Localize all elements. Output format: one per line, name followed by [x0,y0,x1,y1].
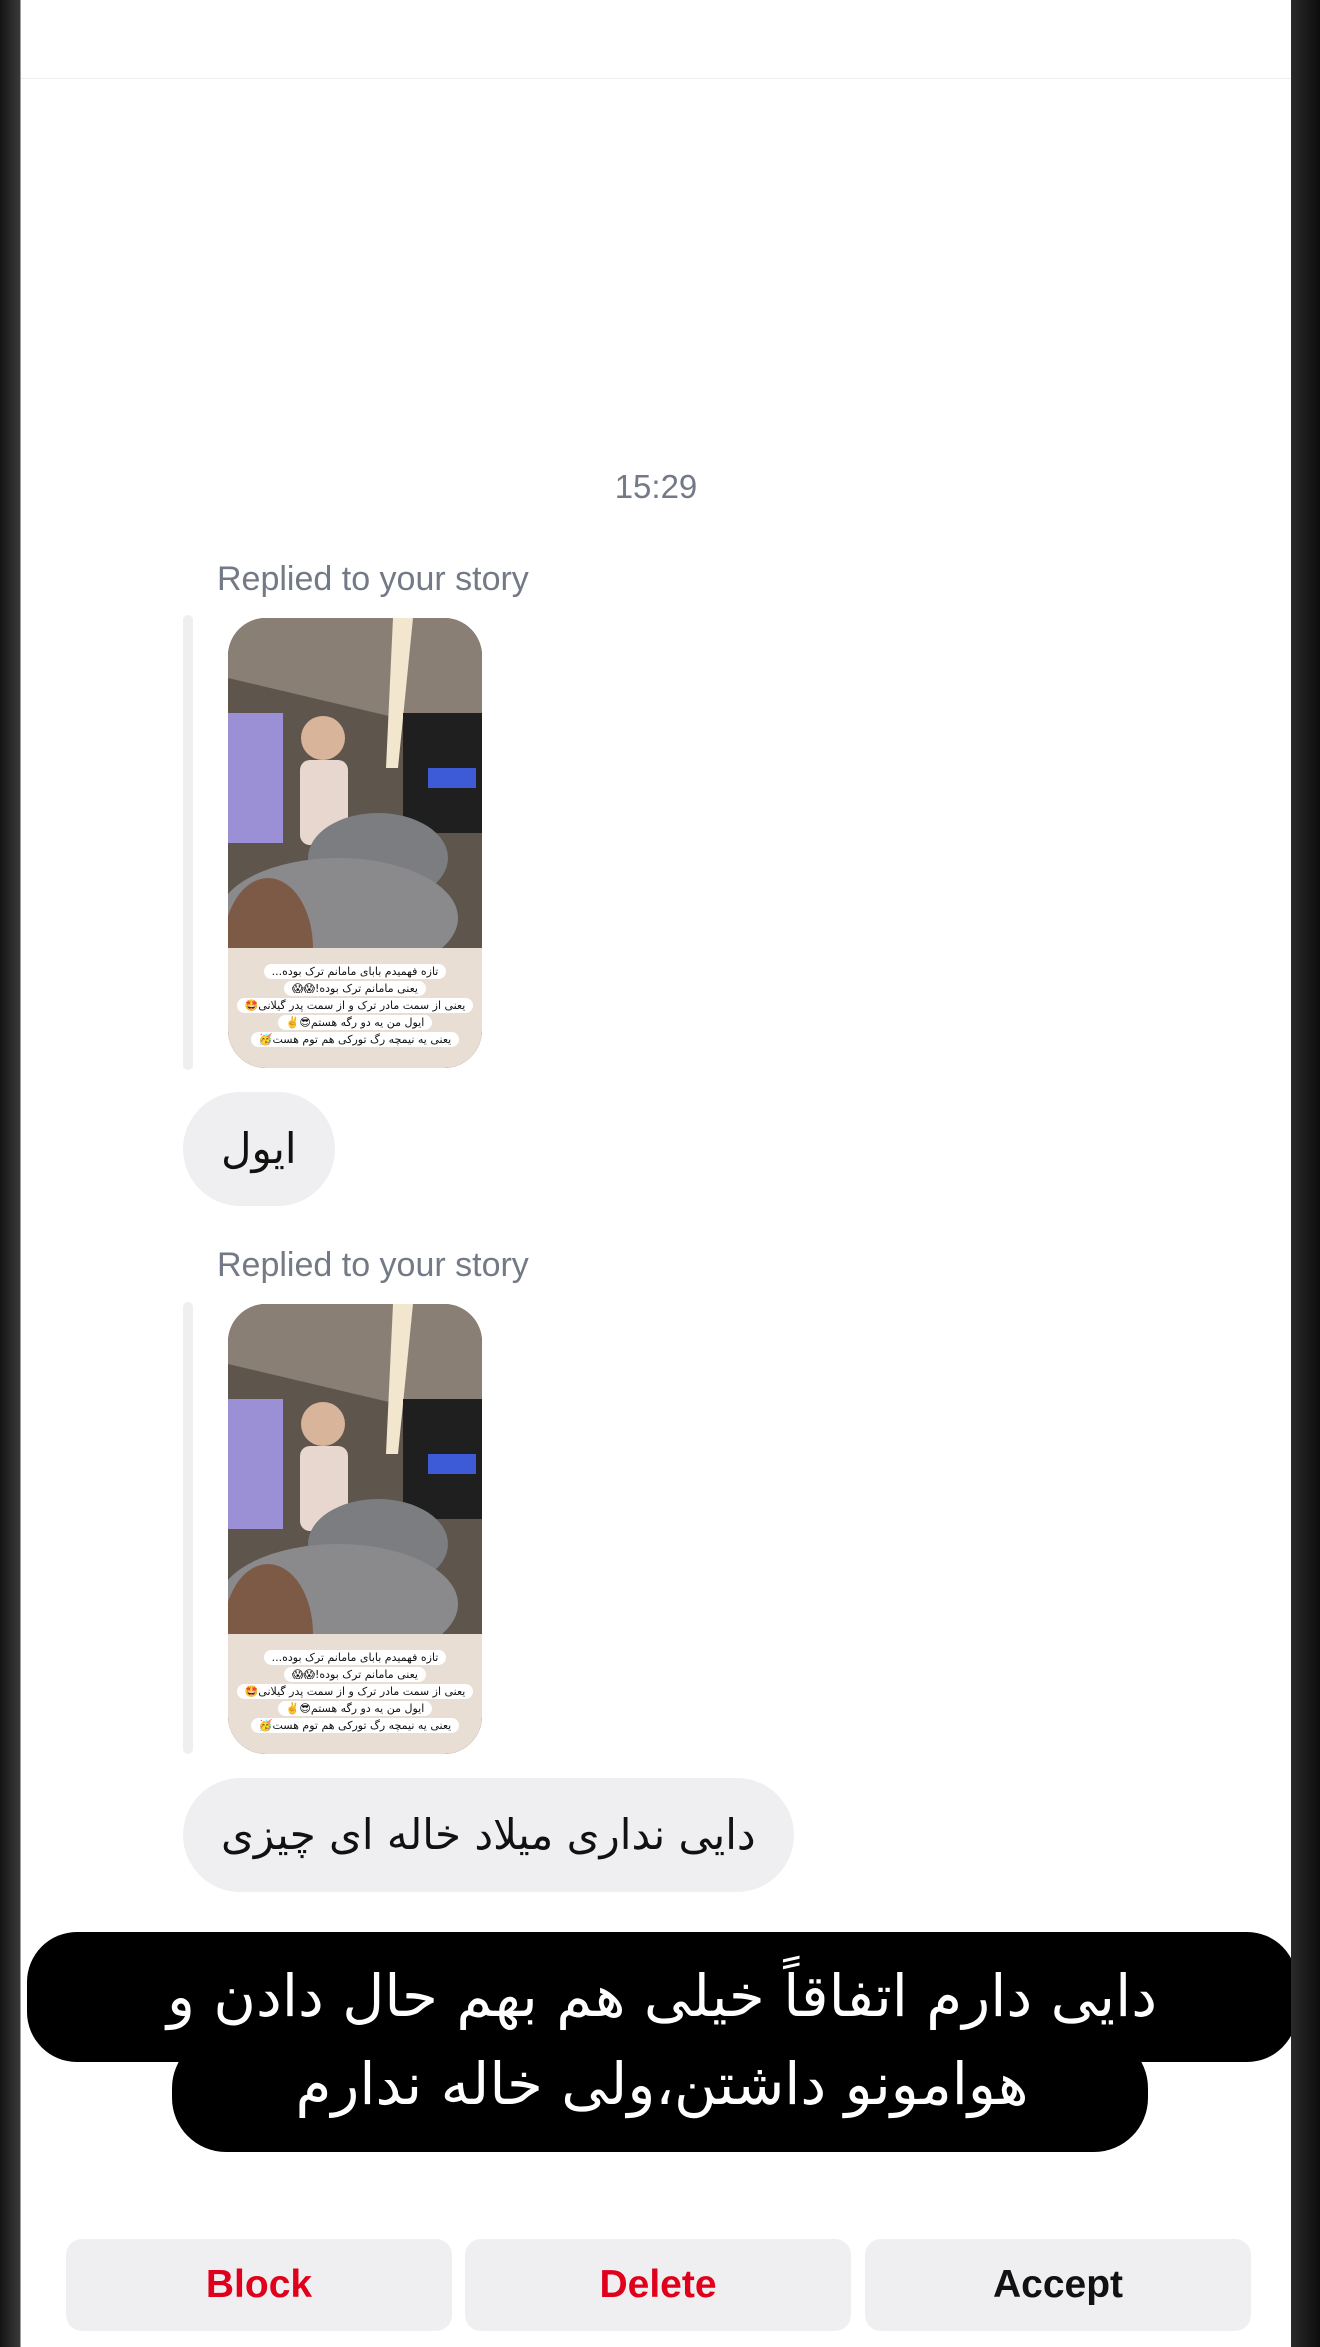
overlay-caption-line: هوامونو داشتن،ولی خاله ندارم [295,2050,1029,2118]
block-button[interactable]: Block [66,2239,452,2331]
story-caption: تازه فهمیدم بابای مامانم ترک بوده... یعن… [228,1649,482,1734]
overlay-caption-line: دایی دارم اتفاقاً خیلی هم بهم حال دادن و [166,1962,1158,2030]
message-request-screen: 15:29 Replied to your story تازه فهمیدم … [21,0,1291,2347]
story-caption-line: یعنی مامانم ترک بوده!😱😱 [284,981,426,996]
reply-indicator-bar [183,615,193,1070]
story-thumbnail[interactable]: تازه فهمیدم بابای مامانم ترک بوده... یعن… [228,1304,482,1754]
story-caption-line: یعنی یه نیمچه رگ تورکی هم توم هست🥳 [250,1032,460,1047]
story-caption-line: ایول من یه دو رگه هستم😎✌️ [277,1015,433,1030]
message-timestamp: 15:29 [614,468,698,505]
story-reply-label: Replied to your story [217,1246,529,1284]
story-caption-line: یعنی یه نیمچه رگ تورکی هم توم هست🥳 [250,1718,460,1733]
message-bubble[interactable]: دایی نداری میلاد خاله ای چیزی [183,1778,794,1892]
accept-button[interactable]: Accept [865,2239,1251,2331]
message-bubble[interactable]: ایول [183,1092,335,1206]
overlay-caption: دایی دارم اتفاقاً خیلی هم بهم حال دادن و… [27,1952,1291,2128]
story-caption-line: ایول من یه دو رگه هستم😎✌️ [277,1701,433,1716]
story-reply-label: Replied to your story [217,560,529,598]
story-caption-line: تازه فهمیدم بابای مامانم ترک بوده... [263,964,447,979]
device-frame: 15:29 Replied to your story تازه فهمیدم … [0,0,1320,2347]
request-actions: Block Delete Accept [66,2239,1251,2331]
story-caption-line: تازه فهمیدم بابای مامانم ترک بوده... [263,1650,447,1665]
story-caption: تازه فهمیدم بابای مامانم ترک بوده... یعن… [228,963,482,1048]
story-caption-line: یعنی مامانم ترک بوده!😱😱 [284,1667,426,1682]
top-bar [21,0,1291,79]
story-caption-line: یعنی از سمت مادر ترک و از سمت پدر گیلانی… [236,1684,474,1699]
story-caption-line: یعنی از سمت مادر ترک و از سمت پدر گیلانی… [236,998,474,1013]
delete-button[interactable]: Delete [465,2239,851,2331]
reply-indicator-bar [183,1302,193,1754]
story-thumbnail[interactable]: تازه فهمیدم بابای مامانم ترک بوده... یعن… [228,618,482,1068]
